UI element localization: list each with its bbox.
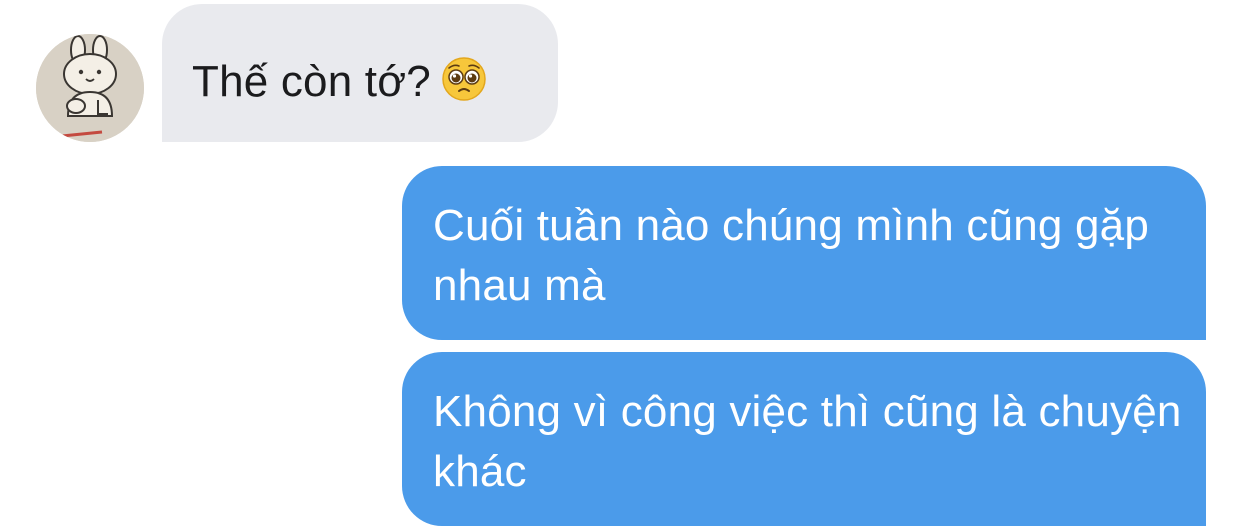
contact-avatar[interactable] xyxy=(36,34,144,142)
incoming-message-bubble[interactable]: Thế còn tớ? xyxy=(162,4,558,142)
outgoing-message-bubble[interactable]: Cuối tuần nào chúng mình cũng gặp nhau m… xyxy=(402,166,1206,340)
outgoing-message-bubble[interactable]: Không vì công việc thì cũng là chuyện kh… xyxy=(402,352,1206,526)
incoming-message-text: Thế còn tớ? xyxy=(192,57,431,106)
pleading-face-icon xyxy=(441,56,487,102)
outgoing-message-text: Cuối tuần nào chúng mình cũng gặp nhau m… xyxy=(433,201,1150,310)
outgoing-message-text: Không vì công việc thì cũng là chuyện kh… xyxy=(433,387,1182,496)
bunny-sticker-icon xyxy=(36,34,144,142)
